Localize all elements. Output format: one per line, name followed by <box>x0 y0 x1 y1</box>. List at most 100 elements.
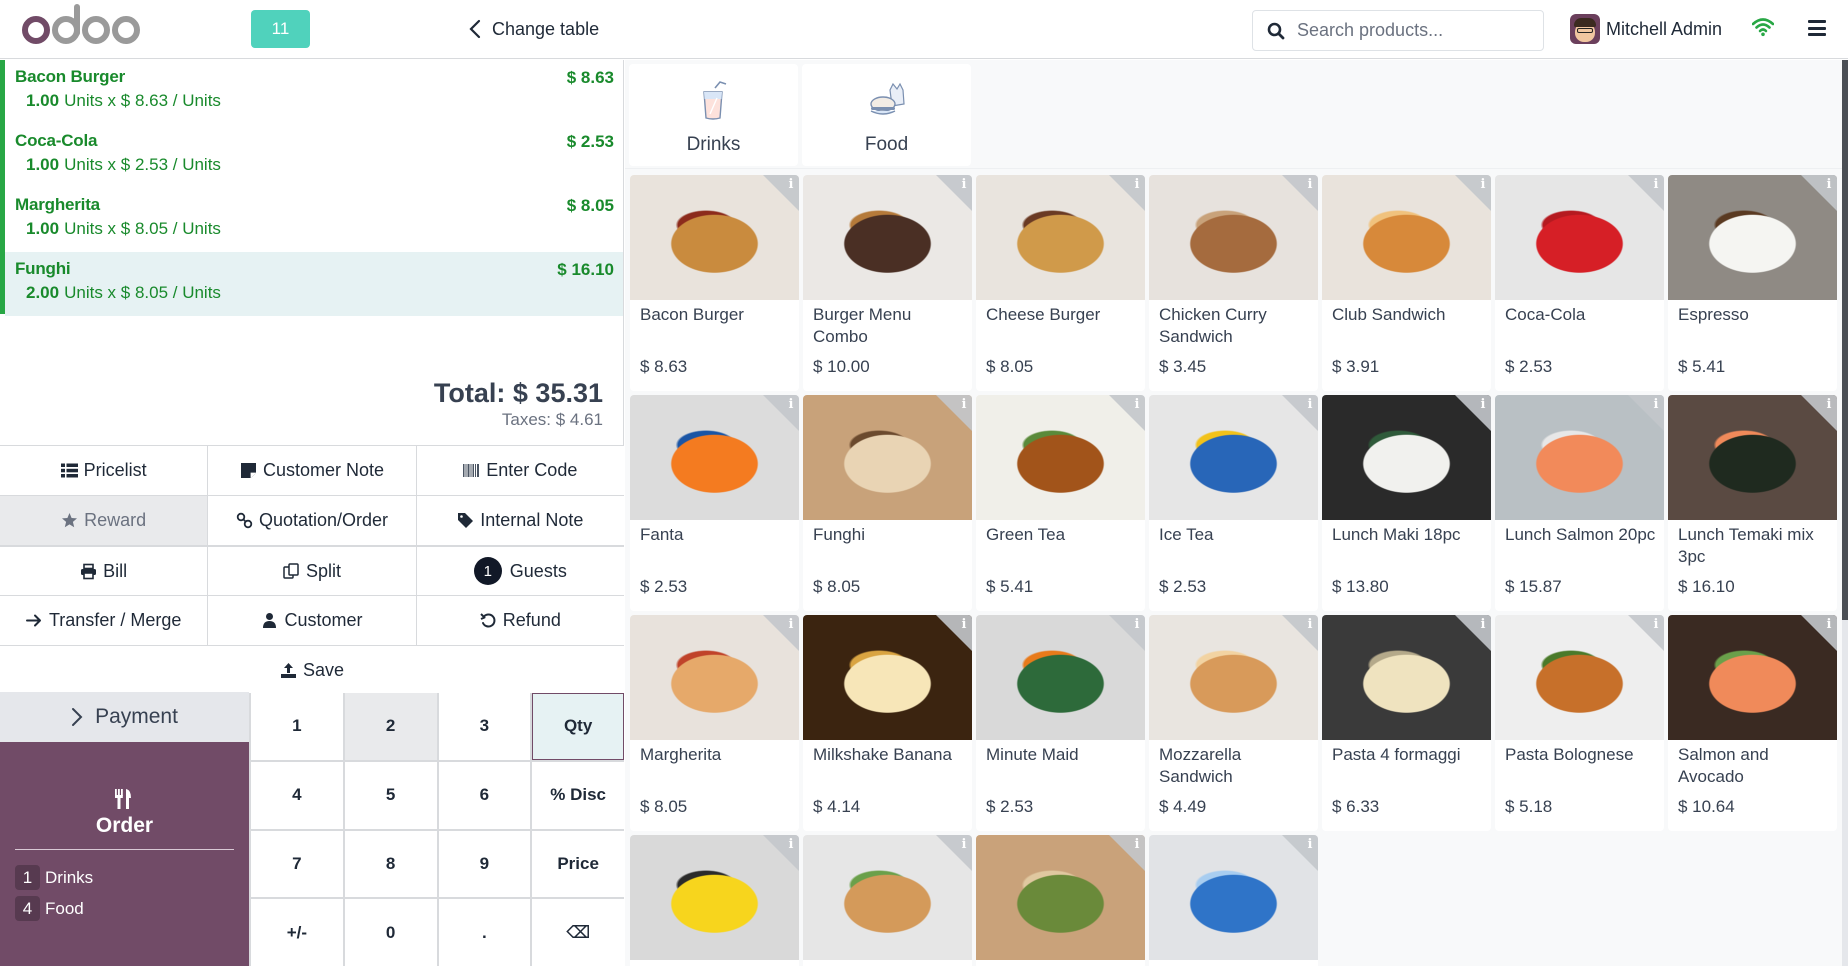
info-icon[interactable]: i <box>1827 397 1832 412</box>
product-card[interactable]: i Green Tea $ 5.41 <box>976 395 1145 611</box>
product-card[interactable]: i Margherita $ 8.05 <box>630 615 799 831</box>
product-card[interactable]: i Lunch Maki 18pc $ 13.80 <box>1322 395 1491 611</box>
product-card[interactable]: i Pasta Bolognese $ 5.18 <box>1495 615 1664 831</box>
save-button[interactable]: Save <box>0 646 624 694</box>
info-icon[interactable]: i <box>1481 397 1486 412</box>
table-number-badge[interactable]: 11 <box>251 10 310 48</box>
customer-note-button[interactable]: Customer Note <box>208 446 417 495</box>
numpad-key-6[interactable]: 6 <box>438 761 531 829</box>
change-table-button[interactable]: Change table <box>468 14 599 44</box>
product-card[interactable]: i Cheese Burger $ 8.05 <box>976 175 1145 391</box>
product-card[interactable]: i <box>630 835 799 966</box>
enter-code-button[interactable]: Enter Code <box>416 446 624 495</box>
quotation-order-button[interactable]: Quotation/Order <box>208 496 417 545</box>
numpad-key-5[interactable]: 5 <box>344 761 437 829</box>
product-card[interactable]: i Fanta $ 2.53 <box>630 395 799 611</box>
product-card[interactable]: i <box>976 835 1145 966</box>
bill-button[interactable]: Bill <box>0 547 209 595</box>
numpad-sign-toggle[interactable]: +/- <box>251 899 343 966</box>
info-icon[interactable]: i <box>1654 617 1659 632</box>
product-card[interactable]: i Lunch Salmon 20pc $ 15.87 <box>1495 395 1664 611</box>
product-card[interactable]: i <box>803 835 972 966</box>
guests-button[interactable]: 1 Guests <box>416 547 624 595</box>
order-category-food: 4 Food <box>15 896 84 921</box>
category-drinks-button[interactable]: Drinks <box>629 64 798 166</box>
info-icon[interactable]: i <box>1135 837 1140 852</box>
search-box[interactable] <box>1252 10 1544 51</box>
refund-button[interactable]: Refund <box>416 596 624 645</box>
internal-note-button[interactable]: Internal Note <box>416 496 624 545</box>
send-order-button[interactable]: Order 1 Drinks 4 Food <box>0 742 249 966</box>
scrollbar-thumb[interactable] <box>1842 60 1848 620</box>
info-icon[interactable]: i <box>1654 397 1659 412</box>
info-icon[interactable]: i <box>1827 617 1832 632</box>
numpad-discount-mode[interactable]: % Disc <box>532 761 624 829</box>
product-card[interactable]: i Burger Menu Combo $ 10.00 <box>803 175 972 391</box>
info-icon[interactable]: i <box>1308 177 1313 192</box>
product-card[interactable]: i Ice Tea $ 2.53 <box>1149 395 1318 611</box>
numpad-key-4[interactable]: 4 <box>251 761 343 829</box>
pricelist-button[interactable]: Pricelist <box>0 446 209 495</box>
product-card[interactable]: i Bacon Burger $ 8.63 <box>630 175 799 391</box>
info-icon[interactable]: i <box>1654 177 1659 192</box>
order-line[interactable]: Margherita $ 8.05 1.00 Units x $ 8.05 / U… <box>5 188 623 252</box>
wifi-icon[interactable] <box>1752 17 1774 37</box>
info-icon[interactable]: i <box>1308 837 1313 852</box>
order-line[interactable]: Bacon Burger $ 8.63 1.00 Units x $ 8.63 /… <box>5 60 623 124</box>
split-button[interactable]: Split <box>208 547 417 595</box>
product-list-scrollbar[interactable] <box>1842 60 1848 966</box>
numpad-decimal[interactable]: . <box>438 899 531 966</box>
category-food-button[interactable]: Food <box>802 64 971 166</box>
numpad-qty-mode[interactable]: Qty <box>532 693 624 760</box>
info-icon[interactable]: i <box>962 617 967 632</box>
numpad-key-8[interactable]: 8 <box>344 830 437 898</box>
info-icon[interactable]: i <box>789 837 794 852</box>
product-card[interactable]: i Espresso $ 5.41 <box>1668 175 1837 391</box>
user-menu[interactable]: Mitchell Admin <box>1570 14 1722 44</box>
product-card[interactable]: i Funghi $ 8.05 <box>803 395 972 611</box>
info-icon[interactable]: i <box>962 177 967 192</box>
info-icon[interactable]: i <box>1481 617 1486 632</box>
customer-button[interactable]: Customer <box>208 596 417 645</box>
info-icon[interactable]: i <box>1481 177 1486 192</box>
arrow-right-icon <box>25 614 41 627</box>
search-products-input[interactable] <box>1297 20 1517 41</box>
backspace-icon[interactable]: ⌫ <box>532 899 624 966</box>
reward-button[interactable]: Reward <box>0 496 209 545</box>
numpad-key-3[interactable]: 3 <box>438 693 531 760</box>
order-line[interactable]: Coca-Cola $ 2.53 1.00 Units x $ 2.53 / Un… <box>5 124 623 188</box>
info-icon[interactable]: i <box>1827 177 1832 192</box>
hamburger-menu-icon[interactable] <box>1808 20 1826 36</box>
payment-button[interactable]: Payment <box>0 692 249 742</box>
info-icon[interactable]: i <box>1308 617 1313 632</box>
numpad-key-9[interactable]: 9 <box>438 830 531 898</box>
info-icon[interactable]: i <box>789 397 794 412</box>
info-icon[interactable]: i <box>1135 177 1140 192</box>
numpad-key-1[interactable]: 1 <box>251 693 343 760</box>
category-label: Drinks <box>45 867 94 887</box>
info-icon[interactable]: i <box>962 397 967 412</box>
product-card[interactable]: i Salmon and Avocado $ 10.64 <box>1668 615 1837 831</box>
info-icon[interactable]: i <box>1308 397 1313 412</box>
numpad-key-0[interactable]: 0 <box>344 899 437 966</box>
product-card[interactable]: i Chicken Curry Sandwich $ 3.45 <box>1149 175 1318 391</box>
numpad-price-mode[interactable]: Price <box>532 830 624 898</box>
product-name: Bacon Burger <box>640 305 744 324</box>
product-card[interactable]: i <box>1149 835 1318 966</box>
product-card[interactable]: i Mozzarella Sandwich $ 4.49 <box>1149 615 1318 831</box>
product-card[interactable]: i Club Sandwich $ 3.91 <box>1322 175 1491 391</box>
product-card[interactable]: i Lunch Temaki mix 3pc $ 16.10 <box>1668 395 1837 611</box>
numpad-key-7[interactable]: 7 <box>251 830 343 898</box>
product-card[interactable]: i Coca-Cola $ 2.53 <box>1495 175 1664 391</box>
product-card[interactable]: i Minute Maid $ 2.53 <box>976 615 1145 831</box>
info-icon[interactable]: i <box>789 617 794 632</box>
order-line-selected[interactable]: Funghi $ 16.10 2.00 Units x $ 8.05 / Unit… <box>5 252 623 316</box>
product-card[interactable]: i Milkshake Banana $ 4.14 <box>803 615 972 831</box>
info-icon[interactable]: i <box>962 837 967 852</box>
info-icon[interactable]: i <box>1135 617 1140 632</box>
info-icon[interactable]: i <box>1135 397 1140 412</box>
info-icon[interactable]: i <box>789 177 794 192</box>
product-card[interactable]: i Pasta 4 formaggi $ 6.33 <box>1322 615 1491 831</box>
numpad-key-2[interactable]: 2 <box>344 693 437 760</box>
transfer-merge-button[interactable]: Transfer / Merge <box>0 596 209 645</box>
